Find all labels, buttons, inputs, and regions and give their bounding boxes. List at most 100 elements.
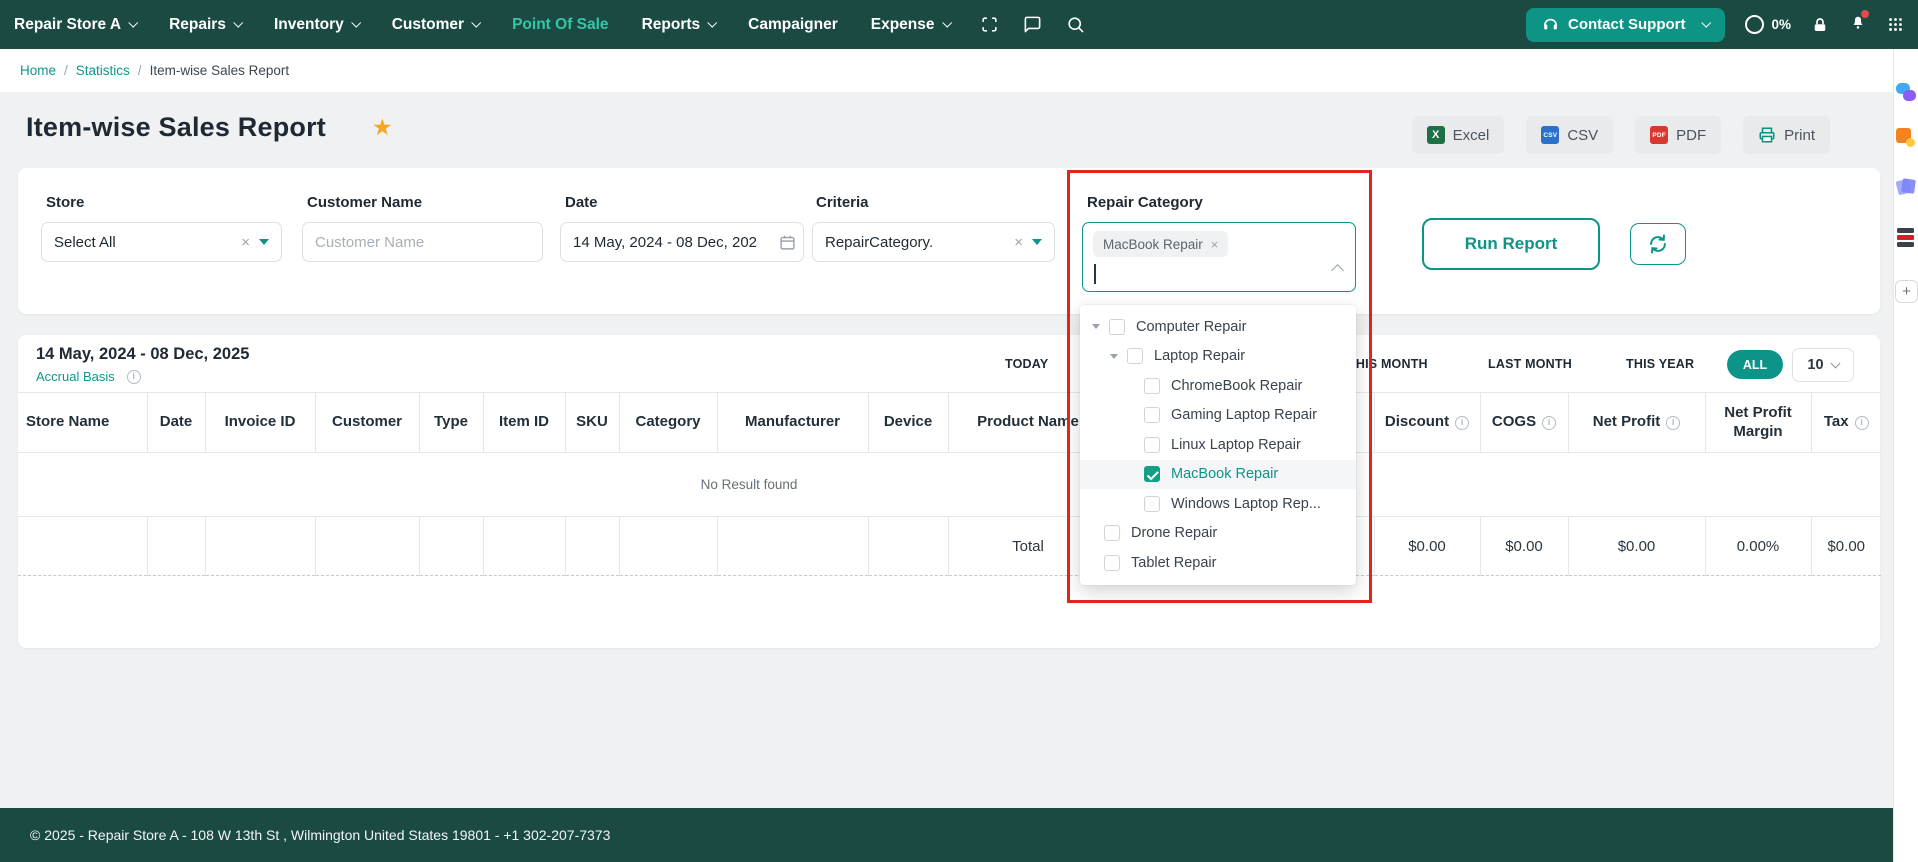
col-tax[interactable]: Tax bbox=[1810, 392, 1881, 453]
chat-icon[interactable] bbox=[1023, 15, 1042, 34]
checkbox[interactable] bbox=[1109, 318, 1125, 335]
col-cogs[interactable]: COGS bbox=[1479, 392, 1568, 453]
extension-stack-icon[interactable] bbox=[1896, 227, 1917, 248]
checkbox[interactable] bbox=[1144, 377, 1160, 394]
info-icon[interactable] bbox=[1542, 415, 1557, 430]
criteria-select[interactable]: RepairCategory. bbox=[812, 222, 1055, 262]
checkbox[interactable] bbox=[1144, 407, 1160, 424]
nav-customer[interactable]: Customer bbox=[392, 16, 482, 34]
clear-icon[interactable] bbox=[241, 234, 250, 251]
tree-item-chromebook-repair[interactable]: ChromeBook Repair bbox=[1080, 371, 1356, 401]
info-icon[interactable] bbox=[1666, 415, 1681, 430]
tree-item-laptop-repair[interactable]: Laptop Repair bbox=[1080, 342, 1356, 372]
nav-repair-store[interactable]: Repair Store A bbox=[14, 16, 139, 34]
total-row: Total $0.00 $0.00 $0.00 0.00% $0.00 bbox=[18, 516, 1881, 576]
col-category[interactable]: Category bbox=[618, 392, 717, 453]
footer: © 2025 - Repair Store A - 108 W 13th St … bbox=[0, 808, 1893, 862]
lock-icon[interactable] bbox=[1811, 16, 1829, 34]
expand-arrow-icon[interactable] bbox=[1092, 324, 1100, 330]
export-csv-button[interactable]: CSV CSV bbox=[1526, 116, 1614, 154]
customer-name-input[interactable] bbox=[302, 222, 543, 262]
extension-orange-icon[interactable] bbox=[1896, 128, 1917, 149]
tree-item-linux-laptop-repair[interactable]: Linux Laptop Repair bbox=[1080, 430, 1356, 460]
col-net-profit-margin[interactable]: Net Profit Margin bbox=[1704, 392, 1811, 453]
period-all-button[interactable]: ALL bbox=[1727, 350, 1783, 379]
printer-icon bbox=[1759, 127, 1775, 143]
col-date[interactable]: Date bbox=[146, 392, 205, 453]
col-store-name[interactable]: Store Name bbox=[18, 392, 147, 453]
breadcrumb-separator: / bbox=[64, 63, 68, 78]
tree-item-windows-laptop-repair[interactable]: Windows Laptop Rep... bbox=[1080, 489, 1356, 519]
tree-item-tablet-repair[interactable]: Tablet Repair bbox=[1080, 548, 1356, 578]
checkbox[interactable] bbox=[1104, 525, 1120, 542]
chevron-down-icon bbox=[471, 17, 482, 28]
col-customer[interactable]: Customer bbox=[314, 392, 419, 453]
period-this-year[interactable]: THIS YEAR bbox=[1626, 357, 1694, 371]
breadcrumb-statistics[interactable]: Statistics bbox=[76, 63, 130, 78]
nav-expense[interactable]: Expense bbox=[871, 16, 952, 34]
extension-purple-icon[interactable] bbox=[1895, 177, 1917, 198]
col-sku[interactable]: SKU bbox=[564, 392, 619, 453]
run-report-button[interactable]: Run Report bbox=[1422, 218, 1600, 270]
tree-item-macbook-repair[interactable]: MacBook Repair bbox=[1080, 459, 1356, 489]
period-this-month[interactable]: THIS MONTH bbox=[1348, 357, 1428, 371]
refresh-icon bbox=[1650, 234, 1666, 254]
sales-report-table: Store Name Date Invoice ID Customer Type… bbox=[18, 392, 1881, 576]
expand-arrow-icon[interactable] bbox=[1110, 353, 1118, 359]
tree-item-gaming-laptop-repair[interactable]: Gaming Laptop Repair bbox=[1080, 401, 1356, 431]
nav-inventory[interactable]: Inventory bbox=[274, 16, 361, 34]
col-net-profit[interactable]: Net Profit bbox=[1567, 392, 1705, 453]
export-pdf-button[interactable]: PDF PDF bbox=[1635, 116, 1722, 154]
store-select[interactable]: Select All bbox=[41, 222, 282, 262]
footer-text: © 2025 - Repair Store A - 108 W 13th St … bbox=[30, 827, 611, 843]
search-icon[interactable] bbox=[1066, 15, 1085, 34]
empty-result-row: No Result found bbox=[18, 453, 1881, 517]
calendar-icon[interactable] bbox=[779, 234, 796, 255]
col-device[interactable]: Device bbox=[867, 392, 948, 453]
remove-tag-icon[interactable] bbox=[1211, 237, 1219, 252]
checkbox[interactable] bbox=[1104, 554, 1120, 571]
nav-campaigner[interactable]: Campaigner bbox=[748, 16, 838, 34]
info-icon[interactable] bbox=[1455, 415, 1470, 430]
repair-category-multiselect[interactable]: MacBook Repair bbox=[1082, 222, 1356, 292]
col-invoice-id[interactable]: Invoice ID bbox=[204, 392, 315, 453]
checkbox[interactable] bbox=[1144, 495, 1160, 512]
col-manufacturer[interactable]: Manufacturer bbox=[716, 392, 868, 453]
accrual-basis-link[interactable]: Accrual Basis bbox=[36, 369, 115, 384]
scan-icon[interactable] bbox=[980, 15, 999, 34]
col-discount[interactable]: Discount bbox=[1373, 392, 1480, 453]
refresh-button[interactable] bbox=[1630, 223, 1686, 265]
period-today[interactable]: TODAY bbox=[1005, 357, 1048, 371]
extension-chat-icon[interactable] bbox=[1896, 82, 1917, 103]
storage-usage-indicator[interactable]: 0% bbox=[1745, 15, 1791, 34]
period-last-month[interactable]: LAST MONTH bbox=[1488, 357, 1572, 371]
nav-point-of-sale[interactable]: Point Of Sale bbox=[512, 16, 608, 34]
info-icon[interactable] bbox=[126, 369, 141, 384]
nav-reports[interactable]: Reports bbox=[642, 16, 718, 34]
info-icon[interactable] bbox=[1854, 415, 1869, 430]
nav-repairs[interactable]: Repairs bbox=[169, 16, 244, 34]
add-extension-button[interactable]: + bbox=[1895, 280, 1918, 303]
checkbox-checked[interactable] bbox=[1144, 466, 1160, 483]
col-item-id[interactable]: Item ID bbox=[482, 392, 565, 453]
page-size-select[interactable]: 10 bbox=[1792, 348, 1854, 382]
col-type[interactable]: Type bbox=[418, 392, 483, 453]
tree-item-computer-repair[interactable]: Computer Repair bbox=[1080, 312, 1356, 342]
total-cogs: $0.00 bbox=[1479, 516, 1568, 576]
text-cursor bbox=[1094, 264, 1096, 284]
date-range-input[interactable]: 14 May, 2024 - 08 Dec, 202 bbox=[560, 222, 804, 262]
date-label: Date bbox=[565, 194, 598, 211]
clear-icon[interactable] bbox=[1014, 234, 1023, 251]
checkbox[interactable] bbox=[1127, 348, 1143, 365]
chevron-down-icon bbox=[941, 17, 952, 28]
breadcrumb-home[interactable]: Home bbox=[20, 63, 56, 78]
print-button[interactable]: Print bbox=[1743, 116, 1830, 154]
tree-item-drone-repair[interactable]: Drone Repair bbox=[1080, 519, 1356, 549]
apps-grid-icon[interactable] bbox=[1887, 16, 1904, 33]
dropdown-arrow-icon bbox=[1032, 239, 1042, 245]
notifications-button[interactable] bbox=[1849, 10, 1869, 36]
favorite-star-icon[interactable]: ★ bbox=[372, 114, 393, 141]
checkbox[interactable] bbox=[1144, 436, 1160, 453]
contact-support-button[interactable]: Contact Support bbox=[1525, 7, 1726, 42]
export-excel-button[interactable]: X Excel bbox=[1411, 116, 1505, 154]
